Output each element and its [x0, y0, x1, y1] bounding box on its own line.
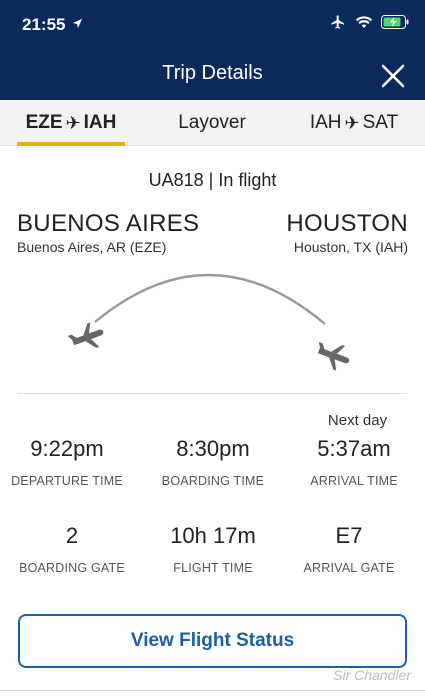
- boarding-gate-cell: 2 BOARDING GATE: [2, 523, 142, 575]
- airplane-mode-icon: [331, 15, 344, 29]
- segment-tabs: EZE ✈ IAH Layover IAH ✈ SAT: [0, 100, 425, 146]
- arrival-gate-cell: E7 ARRIVAL GATE: [279, 523, 419, 575]
- landing-plane-icon: [317, 341, 350, 371]
- section-divider: [18, 393, 407, 394]
- flight-time-cell: 10h 17m FLIGHT TIME: [143, 523, 283, 575]
- boarding-gate-label: BOARDING GATE: [19, 561, 125, 575]
- origin-city: BUENOS AIRES: [17, 210, 200, 237]
- next-day-note: Next day: [327, 412, 388, 429]
- battery-charging-icon: [381, 15, 409, 29]
- origin-detail: Buenos Aires, AR (EZE): [17, 239, 167, 255]
- boarding-time-cell: 8:30pm BOARDING TIME: [143, 436, 283, 488]
- tab-layover[interactable]: Layover: [162, 100, 262, 146]
- tab-destination-code: SAT: [362, 112, 399, 133]
- active-tab-indicator: [17, 142, 125, 146]
- boarding-time-value: 8:30pm: [176, 436, 250, 461]
- flight-time-label: FLIGHT TIME: [173, 561, 253, 575]
- arrival-time-label: ARRIVAL TIME: [310, 474, 398, 488]
- departure-time-cell: 9:22pm DEPARTURE TIME: [0, 436, 137, 488]
- tab-destination-code: IAH: [83, 112, 117, 133]
- status-icons: [329, 14, 409, 30]
- location-arrow-icon: [73, 18, 83, 29]
- wifi-icon: [355, 16, 373, 28]
- close-icon: [381, 64, 405, 88]
- airplane-icon: ✈: [65, 112, 81, 133]
- tab-label: Layover: [178, 112, 246, 133]
- page-title: Trip Details: [162, 62, 263, 84]
- flight-status-line: UA818 | In flight: [148, 170, 277, 190]
- takeoff-plane-icon: [67, 322, 104, 348]
- airplane-icon: ✈: [344, 112, 360, 133]
- clock-text: 21:55: [22, 15, 66, 34]
- boarding-gate-value: 2: [65, 523, 79, 548]
- status-bar: 21:55: [0, 0, 425, 48]
- route-arc-graphic: [60, 262, 365, 372]
- departure-time-label: DEPARTURE TIME: [11, 474, 123, 488]
- tab-origin-code: EZE: [25, 112, 63, 133]
- arrival-time-cell: 5:37am ARRIVAL TIME: [284, 436, 424, 488]
- boarding-time-label: BOARDING TIME: [161, 474, 265, 488]
- app-header: 21:55 Trip Details: [0, 0, 425, 100]
- status-time: 21:55: [22, 15, 83, 35]
- destination-detail: Houston, TX (IAH): [293, 239, 408, 255]
- destination-city: HOUSTON: [286, 210, 408, 237]
- tab-iah-sat[interactable]: IAH ✈ SAT: [300, 100, 408, 146]
- departure-time-value: 9:22pm: [30, 436, 104, 461]
- arrival-time-value: 5:37am: [317, 436, 391, 461]
- route-arc: [94, 273, 326, 325]
- view-flight-status-button[interactable]: View Flight Status: [18, 614, 407, 668]
- bottom-divider: [0, 690, 425, 691]
- arrival-gate-value: E7: [335, 523, 363, 548]
- arrival-gate-label: ARRIVAL GATE: [303, 561, 395, 575]
- tab-eze-iah[interactable]: EZE ✈ IAH: [17, 100, 125, 146]
- tab-origin-code: IAH: [309, 112, 342, 133]
- watermark-text: Sir Chandler: [333, 667, 411, 683]
- close-button[interactable]: [379, 62, 407, 90]
- flight-time-value: 10h 17m: [170, 523, 256, 548]
- title-row: Trip Details: [0, 52, 425, 96]
